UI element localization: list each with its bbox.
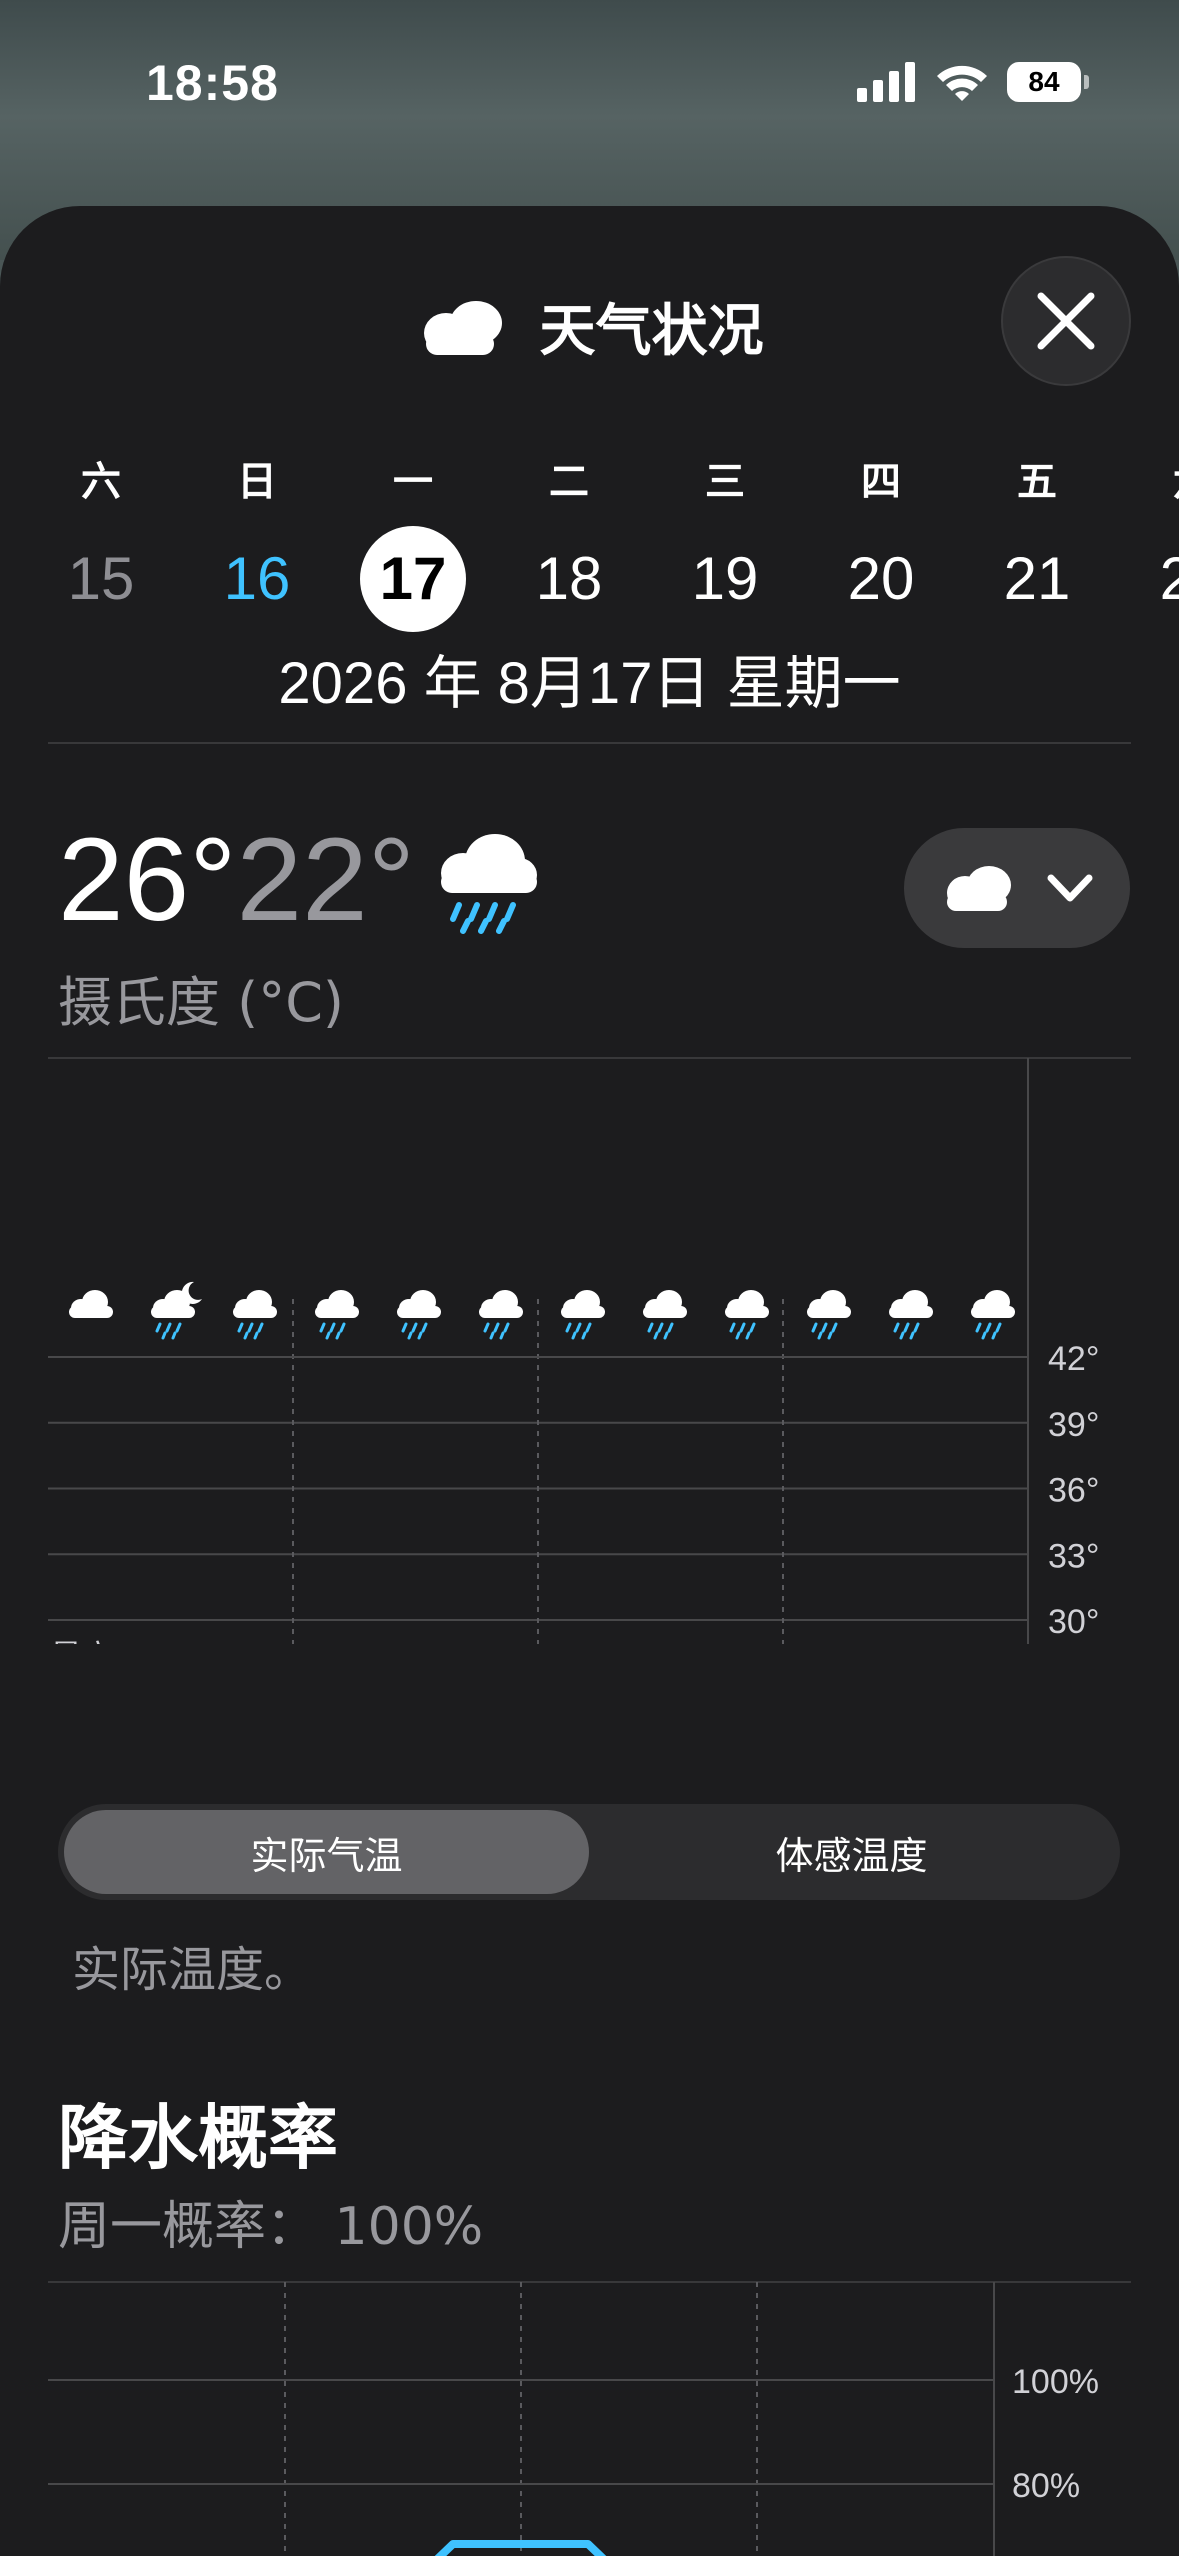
temperature-chart-svg: 42°39°36°33°30°27°24°21°18°0时6时12时18时最高最… (48, 1057, 1131, 1644)
day-22[interactable]: 六 22 (1133, 452, 1179, 632)
cloud-icon (69, 1290, 113, 1318)
close-button[interactable] (1001, 256, 1131, 386)
condition-picker-button[interactable] (904, 828, 1130, 948)
day-18[interactable]: 二 18 (509, 452, 629, 632)
day-weekday: 四 (861, 459, 901, 505)
day-weekday: 一 (393, 459, 433, 505)
cloud-rain-icon (440, 834, 537, 934)
precip-y-tick-label: 80% (1012, 2467, 1080, 2505)
week-selector: 六 15 日 16 一 17 二 18 三 19 四 20 五 21 六 22 (0, 452, 1179, 652)
mode-description: 实际温度。 (72, 1942, 313, 1998)
day-weekday: 三 (705, 459, 745, 505)
toggle-actual-temperature[interactable]: 实际气温 (64, 1810, 589, 1894)
precipitation-chart-svg: 100% 80% (48, 2281, 1131, 2556)
low-temperature: 22° (236, 814, 415, 946)
weather-sheet: 天气状况 六 15 日 16 一 17 二 18 三 19 四 20 五 21 六 22 2026 年 8月1… (0, 206, 1179, 2556)
divider (48, 742, 1131, 744)
cloud-moon-rain-icon (151, 1281, 202, 1340)
day-date: 22 (1159, 545, 1179, 612)
high-annotation: 最高 (50, 1638, 114, 1644)
day-date: 17 (360, 526, 466, 632)
page-title: 天气状况 (539, 299, 764, 364)
precipitation-chart: 100% 80% (48, 2278, 1131, 2556)
day-20[interactable]: 四 20 (821, 452, 941, 632)
precip-y-tick-label: 100% (1012, 2363, 1099, 2401)
cloud-rain-icon (643, 1290, 687, 1340)
y-tick-label: 36° (1048, 1472, 1099, 1510)
day-date: 15 (67, 545, 135, 612)
y-tick-label: 33° (1048, 1537, 1099, 1575)
day-date: 19 (691, 545, 759, 612)
chevron-down-icon (1047, 874, 1093, 902)
day-19[interactable]: 三 19 (665, 452, 785, 632)
cloud-rain-icon (725, 1290, 769, 1340)
status-icons: 84 (857, 62, 1089, 102)
high-temperature: 26° (58, 814, 237, 946)
unit-label: 摄氏度 (°C) (58, 971, 345, 1034)
cloud-rain-icon (561, 1290, 605, 1340)
cellular-signal-icon (857, 62, 915, 102)
y-tick-label: 42° (1048, 1340, 1099, 1378)
cloud-rain-icon (397, 1290, 441, 1340)
cloud-rain-icon (479, 1290, 523, 1340)
day-date: 20 (847, 545, 915, 612)
day-weekday: 日 (237, 459, 277, 505)
sheet-header: 天气状况 (0, 206, 1179, 436)
day-weekday: 五 (1017, 459, 1057, 505)
cloud-rain-icon (889, 1290, 933, 1340)
temperature-mode-toggle: 实际气温 体感温度 (58, 1804, 1120, 1900)
day-weekday: 六 (1133, 452, 1179, 512)
cloud-rain-icon (807, 1290, 851, 1340)
status-time: 18:58 (146, 55, 279, 111)
day-date: 21 (1003, 545, 1071, 612)
temperature-summary: 26° 22° (58, 812, 543, 948)
precipitation-title: 降水概率 (58, 2097, 338, 2179)
cloud-icon (947, 866, 1011, 911)
day-21[interactable]: 五 21 (977, 452, 1097, 632)
status-bar: 18:58 84 (0, 0, 1179, 180)
y-tick-label: 39° (1048, 1406, 1099, 1444)
y-tick-label: 30° (1048, 1603, 1099, 1641)
close-icon (1037, 292, 1095, 350)
day-date: 16 (223, 545, 291, 612)
day-weekday: 六 (81, 459, 121, 505)
day-15[interactable]: 六 15 (41, 452, 161, 632)
day-16[interactable]: 日 16 (197, 452, 317, 632)
selected-date: 2026 年 8月17日 星期一 (278, 651, 901, 716)
cloud-rain-icon (315, 1290, 359, 1340)
wifi-icon (937, 65, 987, 101)
precipitation-subtitle: 周一概率： 100% (58, 2197, 484, 2257)
battery-indicator: 84 (1007, 62, 1089, 102)
toggle-feels-like-temperature[interactable]: 体感温度 (589, 1810, 1114, 1894)
day-date: 18 (535, 545, 603, 612)
temperature-chart: 42°39°36°33°30°27°24°21°18°0时6时12时18时最高最… (48, 1054, 1131, 1644)
cloud-rain-icon (233, 1290, 277, 1340)
cloud-icon (423, 300, 502, 355)
day-weekday: 二 (549, 459, 589, 505)
cloud-rain-icon (971, 1290, 1015, 1340)
day-17[interactable]: 一 17 (353, 452, 473, 632)
